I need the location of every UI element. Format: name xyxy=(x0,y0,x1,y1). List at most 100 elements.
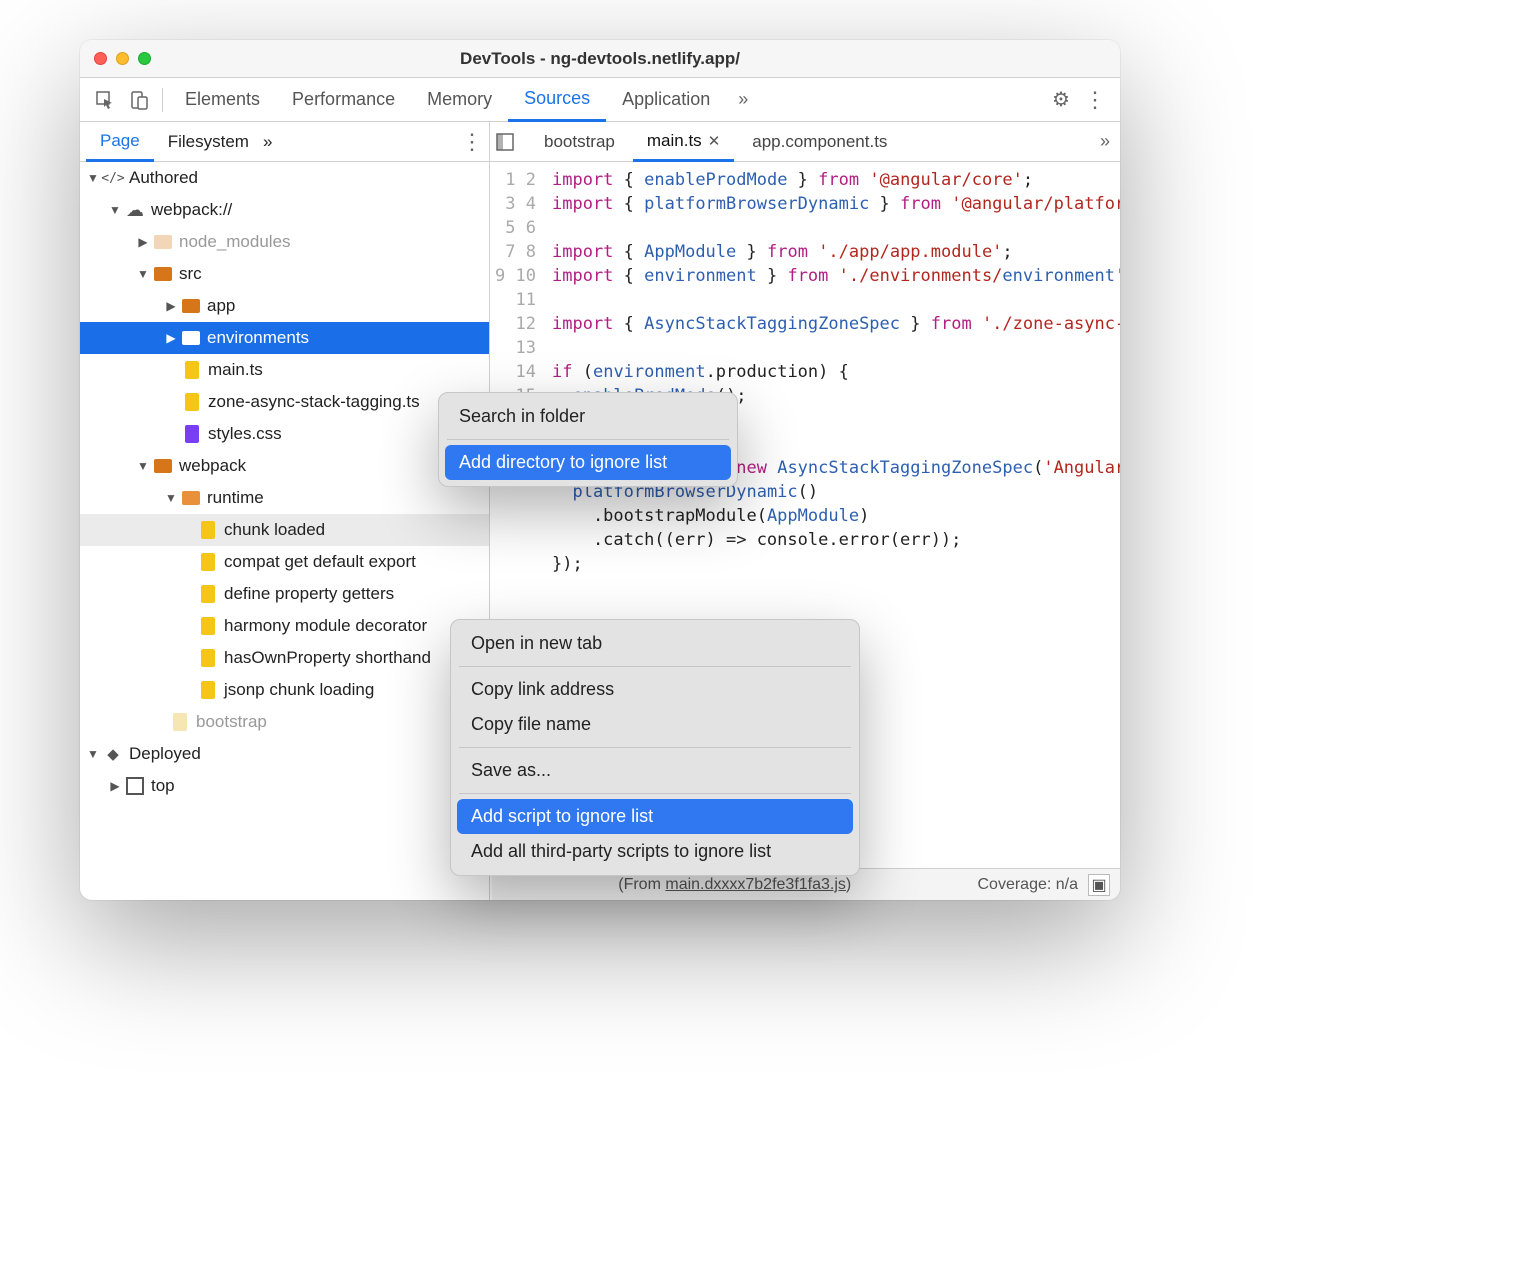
tree-src[interactable]: ▼ src xyxy=(80,258,489,290)
navigator-more-tabs-icon[interactable] xyxy=(263,132,272,152)
tab-memory[interactable]: Memory xyxy=(411,78,508,121)
tree-webpack-scheme[interactable]: ▼ webpack:// xyxy=(80,194,489,226)
tree-node-modules[interactable]: ▶ node_modules xyxy=(80,226,489,258)
cloud-icon xyxy=(125,200,145,220)
editor-tab-main-ts[interactable]: main.ts ✕ xyxy=(633,123,734,162)
folder-icon xyxy=(181,488,201,508)
file-icon xyxy=(182,392,202,412)
tree-authored[interactable]: ▼ Authored xyxy=(80,162,489,194)
tab-elements[interactable]: Elements xyxy=(169,78,276,121)
folder-icon xyxy=(153,232,173,252)
tree-runtime-item[interactable]: compat get default export xyxy=(80,546,489,578)
editor-tab-app-component[interactable]: app.component.ts xyxy=(738,122,901,161)
toggle-navigator-icon[interactable] xyxy=(496,133,526,151)
main-tab-strip: Elements Performance Memory Sources Appl… xyxy=(80,78,1120,122)
tree-label: runtime xyxy=(207,488,264,508)
deployed-icon xyxy=(103,744,123,764)
context-menu-folder: Search in folder Add directory to ignore… xyxy=(438,392,738,487)
settings-icon[interactable] xyxy=(1044,87,1078,112)
tree-label: harmony module decorator xyxy=(224,616,427,636)
folder-icon xyxy=(153,456,173,476)
file-icon xyxy=(182,424,202,444)
titlebar: DevTools - ng-devtools.netlify.app/ xyxy=(80,40,1120,78)
source-map-link[interactable]: main.dxxxx7b2fe3f1fa3.js xyxy=(665,876,846,893)
window-title: DevTools - ng-devtools.netlify.app/ xyxy=(80,49,1120,69)
authored-icon xyxy=(103,168,123,188)
file-icon xyxy=(198,648,218,668)
separator xyxy=(162,88,163,112)
ctx-open-new-tab[interactable]: Open in new tab xyxy=(457,626,853,661)
folder-icon xyxy=(181,296,201,316)
folder-icon xyxy=(181,328,201,348)
file-icon xyxy=(198,680,218,700)
more-tabs-icon[interactable] xyxy=(726,89,760,110)
file-icon xyxy=(198,616,218,636)
tree-runtime-item[interactable]: define property getters xyxy=(80,578,489,610)
tree-label: bootstrap xyxy=(196,712,267,732)
tree-top[interactable]: ▶ top xyxy=(80,770,489,802)
editor-tabs: bootstrap main.ts ✕ app.component.ts xyxy=(490,122,1120,161)
editor-tab-label: main.ts xyxy=(647,131,702,151)
tree-runtime-item[interactable]: jsonp chunk loading xyxy=(80,674,489,706)
tree-label: environments xyxy=(207,328,309,348)
tree-label: jsonp chunk loading xyxy=(224,680,374,700)
tree-runtime-item[interactable]: hasOwnProperty shorthand xyxy=(80,642,489,674)
navigator-menu-icon[interactable] xyxy=(461,129,483,155)
ctx-add-third-party-ignore[interactable]: Add all third-party scripts to ignore li… xyxy=(457,834,853,869)
ctx-copy-link[interactable]: Copy link address xyxy=(457,672,853,707)
ctx-add-directory-ignore[interactable]: Add directory to ignore list xyxy=(445,445,731,480)
tree-file-zone[interactable]: zone-async-stack-tagging.ts xyxy=(80,386,489,418)
editor-more-tabs-icon[interactable] xyxy=(1090,131,1120,152)
inspect-element-icon[interactable] xyxy=(88,90,122,110)
tree-file-bootstrap[interactable]: bootstrap xyxy=(80,706,489,738)
kebab-menu-icon[interactable] xyxy=(1078,87,1112,113)
tree-webpack[interactable]: ▼ webpack xyxy=(80,450,489,482)
tree-environments[interactable]: ▶ environments xyxy=(80,322,489,354)
file-tree: ▼ Authored ▼ webpack:// ▶ node_modules ▼… xyxy=(80,162,490,900)
tree-label: chunk loaded xyxy=(224,520,325,540)
tab-application[interactable]: Application xyxy=(606,78,726,121)
ctx-save-as[interactable]: Save as... xyxy=(457,753,853,788)
tree-label: Authored xyxy=(129,168,198,188)
coverage-toggle-icon[interactable]: ▣ xyxy=(1088,874,1110,896)
tree-file-styles[interactable]: styles.css xyxy=(80,418,489,450)
tree-app[interactable]: ▶ app xyxy=(80,290,489,322)
tree-label: src xyxy=(179,264,202,284)
ctx-add-script-ignore[interactable]: Add script to ignore list xyxy=(457,799,853,834)
context-menu-file: Open in new tab Copy link address Copy f… xyxy=(450,619,860,876)
navigator-tab-page[interactable]: Page xyxy=(86,123,154,162)
file-icon xyxy=(170,712,190,732)
tree-label: styles.css xyxy=(208,424,282,444)
tree-deployed[interactable]: ▼ Deployed xyxy=(80,738,489,770)
file-icon xyxy=(198,520,218,540)
navigator-tab-filesystem[interactable]: Filesystem xyxy=(154,122,263,161)
tree-label: webpack xyxy=(179,456,246,476)
tree-label: top xyxy=(151,776,175,796)
file-icon xyxy=(198,552,218,572)
folder-icon xyxy=(153,264,173,284)
ctx-copy-filename[interactable]: Copy file name xyxy=(457,707,853,742)
tab-sources[interactable]: Sources xyxy=(508,79,606,122)
editor-tab-label: bootstrap xyxy=(544,132,615,152)
tree-label: Deployed xyxy=(129,744,201,764)
coverage-label: Coverage: n/a xyxy=(977,876,1078,894)
tree-runtime-item[interactable]: harmony module decorator xyxy=(80,610,489,642)
tree-label: node_modules xyxy=(179,232,291,252)
tree-runtime-item[interactable]: chunk loaded xyxy=(80,514,489,546)
sources-substrip: Page Filesystem bootstrap main.ts ✕ a xyxy=(80,122,1120,162)
tree-label: compat get default export xyxy=(224,552,416,572)
tree-label: define property getters xyxy=(224,584,394,604)
editor-tab-bootstrap[interactable]: bootstrap xyxy=(530,122,629,161)
tree-label: webpack:// xyxy=(151,200,232,220)
tab-performance[interactable]: Performance xyxy=(276,78,411,121)
editor-tab-label: app.component.ts xyxy=(752,132,887,152)
navigator-tabs: Page Filesystem xyxy=(80,122,490,161)
tree-label: hasOwnProperty shorthand xyxy=(224,648,431,668)
tree-runtime[interactable]: ▼ runtime xyxy=(80,482,489,514)
device-toolbar-icon[interactable] xyxy=(122,90,156,110)
ctx-search-in-folder[interactable]: Search in folder xyxy=(445,399,731,434)
close-tab-icon[interactable]: ✕ xyxy=(708,132,721,150)
file-icon xyxy=(198,584,218,604)
tree-file-main-ts[interactable]: main.ts xyxy=(80,354,489,386)
tree-label: zone-async-stack-tagging.ts xyxy=(208,392,420,412)
